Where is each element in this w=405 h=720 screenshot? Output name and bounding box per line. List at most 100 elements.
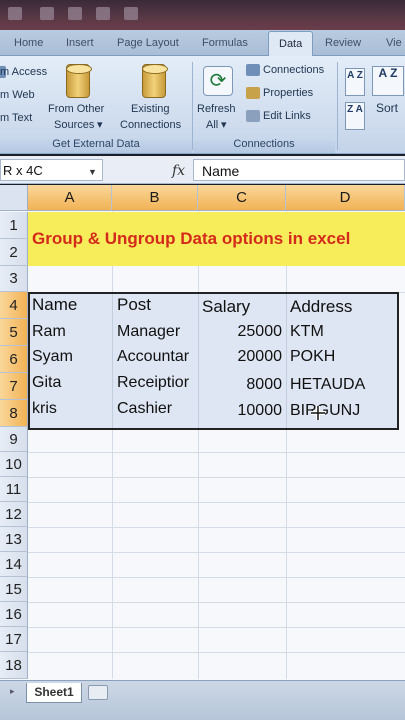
formula-value: Name: [202, 163, 240, 179]
gridline: [28, 652, 405, 653]
undo-icon[interactable]: [68, 7, 82, 20]
from-web-button[interactable]: m Web: [0, 88, 35, 102]
name-box-dropdown-icon[interactable]: ▼: [88, 167, 97, 177]
refresh-all-label-1[interactable]: Refresh: [197, 102, 236, 116]
row-header-7[interactable]: 7: [0, 373, 28, 400]
table-cell-salary[interactable]: 25000: [202, 323, 283, 341]
table-cell-post[interactable]: Manager: [117, 323, 180, 341]
connections-icon: [246, 64, 260, 76]
row-header-12[interactable]: 12: [0, 502, 28, 527]
refresh-icon: ⟳: [203, 66, 233, 96]
row-header-15[interactable]: 15: [0, 577, 28, 602]
from-other-sources-label-2[interactable]: Sources: [54, 118, 94, 132]
existing-connections-label-1[interactable]: Existing: [131, 102, 170, 116]
properties-icon: [246, 87, 260, 99]
gridline: [28, 477, 405, 478]
row-header-5[interactable]: 5: [0, 319, 28, 346]
row-header-18[interactable]: 18: [0, 652, 28, 679]
table-cell-post[interactable]: Cashier: [117, 400, 172, 418]
row-header-14[interactable]: 14: [0, 552, 28, 577]
gridline: [28, 577, 405, 578]
gridline: [112, 294, 113, 428]
select-all-corner[interactable]: [0, 185, 28, 211]
sort-dialog-icon: A Z: [372, 66, 404, 96]
column-header-c[interactable]: C: [198, 185, 286, 211]
row-header-2[interactable]: 2: [0, 239, 28, 266]
row-header-8[interactable]: 8: [0, 400, 28, 427]
existing-connections-label-2[interactable]: Connections: [120, 118, 181, 132]
row-header-11[interactable]: 11: [0, 477, 28, 502]
from-text-button[interactable]: m Text: [0, 111, 32, 125]
column-header-d[interactable]: D: [286, 185, 405, 211]
table-cell-salary[interactable]: 20000: [202, 348, 283, 366]
row-header-4[interactable]: 4: [0, 292, 28, 319]
from-other-sources-label-1[interactable]: From Other: [48, 102, 104, 116]
ribbon-data: m Access m Web m Text From Other Sources…: [0, 56, 405, 154]
tab-home[interactable]: Home: [14, 37, 43, 49]
title-bar: [0, 0, 405, 30]
properties-button[interactable]: Properties: [263, 86, 313, 100]
from-access-button[interactable]: m Access: [0, 65, 47, 79]
group-label-connections: Connections: [193, 138, 335, 153]
row-header-10[interactable]: 10: [0, 452, 28, 477]
gridline: [286, 294, 287, 428]
insert-sheet-icon[interactable]: [88, 685, 108, 700]
table-cell-address[interactable]: BIRGUNJ: [290, 402, 360, 420]
header-cell-salary[interactable]: Salary: [202, 297, 250, 317]
table-cell-salary[interactable]: 10000: [202, 402, 283, 420]
table-cell-salary[interactable]: 8000: [202, 376, 282, 394]
sort-button[interactable]: Sort: [376, 101, 398, 115]
table-cell-address[interactable]: KTM: [290, 323, 324, 341]
other-sources-icon: [66, 64, 92, 98]
gridline: [286, 211, 287, 679]
row-header-9[interactable]: 9: [0, 427, 28, 452]
table-cell-name[interactable]: Gita: [32, 374, 61, 392]
worksheet-grid[interactable]: A B C D 1 2 3 4 5 6 7 8 9 10 11 12 13 14…: [0, 185, 405, 680]
customize-qat-icon[interactable]: [124, 7, 138, 20]
office-button-icon[interactable]: [8, 7, 22, 20]
redo-icon[interactable]: [96, 7, 110, 20]
dropdown-arrow-icon: ▾: [221, 119, 227, 131]
table-cell-post[interactable]: Receiptior: [117, 374, 189, 392]
ribbon-separator: [337, 62, 338, 150]
tab-insert[interactable]: Insert: [66, 37, 94, 49]
tab-review[interactable]: Review: [325, 37, 361, 49]
row-header-1[interactable]: 1: [0, 212, 28, 239]
tab-data[interactable]: Data: [268, 31, 314, 57]
group-label-external-data: Get External Data: [0, 138, 192, 153]
column-header-b[interactable]: B: [112, 185, 198, 211]
sheet-tab-sheet1[interactable]: Sheet1: [26, 683, 82, 703]
table-cell-name[interactable]: kris: [32, 400, 57, 418]
dropdown-arrow-icon: ▾: [97, 119, 103, 131]
save-icon[interactable]: [40, 7, 54, 20]
column-header-a[interactable]: A: [28, 185, 112, 211]
gridline: [198, 211, 199, 679]
header-cell-address[interactable]: Address: [290, 297, 352, 317]
table-cell-name[interactable]: Syam: [32, 348, 73, 366]
tab-view[interactable]: Vie: [386, 37, 402, 49]
ribbon-tabs: Home Insert Page Layout Formulas Data Re…: [0, 30, 405, 57]
table-cell-name[interactable]: Ram: [32, 323, 66, 341]
tab-formulas[interactable]: Formulas: [202, 37, 248, 49]
row-header-13[interactable]: 13: [0, 527, 28, 552]
fx-icon[interactable]: fx: [172, 163, 185, 179]
header-cell-name[interactable]: Name: [32, 295, 77, 315]
row-header-3[interactable]: 3: [0, 266, 28, 292]
edit-links-button[interactable]: Edit Links: [263, 109, 311, 123]
row-header-16[interactable]: 16: [0, 602, 28, 627]
sort-za-icon[interactable]: Z A: [345, 102, 365, 130]
connections-button[interactable]: Connections: [263, 63, 324, 77]
tab-page-layout[interactable]: Page Layout: [117, 37, 179, 49]
table-cell-post[interactable]: Accountar: [117, 348, 189, 366]
sheet-nav-icon[interactable]: ▸: [10, 686, 15, 697]
sort-az-icon[interactable]: A Z: [345, 68, 365, 96]
refresh-all-label-2[interactable]: All: [206, 118, 218, 132]
row-header-17[interactable]: 17: [0, 627, 28, 652]
table-cell-address[interactable]: POKH: [290, 348, 335, 366]
move-cursor-icon: [311, 406, 325, 420]
header-cell-post[interactable]: Post: [117, 295, 151, 315]
table-cell-address[interactable]: HETAUDA: [290, 376, 365, 394]
sheet-title-cell[interactable]: Group & Ungroup Data options in excel: [28, 212, 405, 266]
row-header-6[interactable]: 6: [0, 346, 28, 373]
formula-input[interactable]: Name: [193, 159, 405, 181]
